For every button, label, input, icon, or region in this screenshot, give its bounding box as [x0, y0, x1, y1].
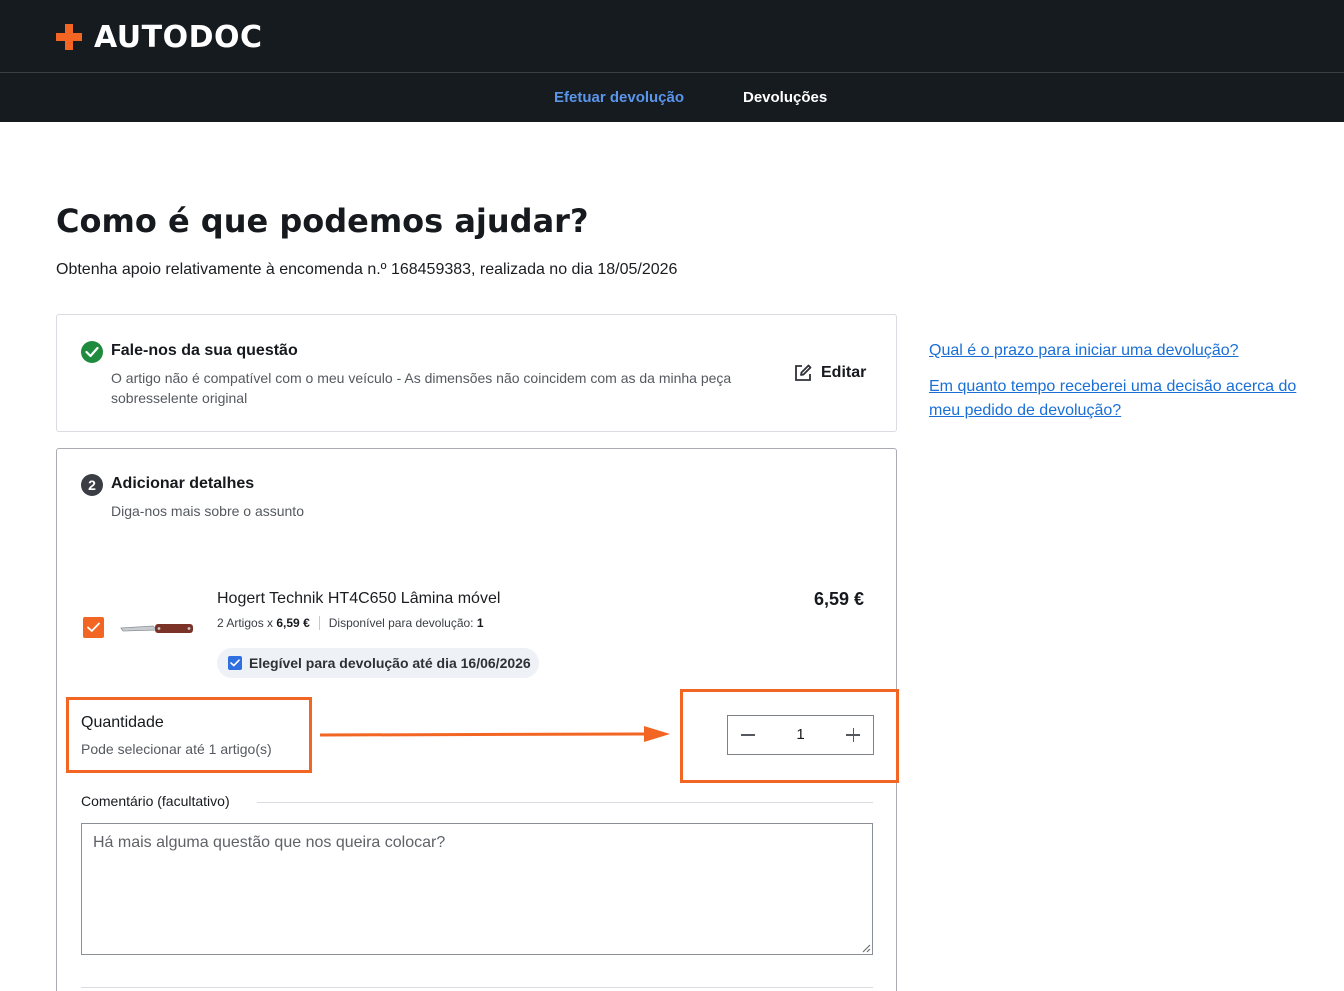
eligibility-text: Elegível para devolução até dia 16/06/20…	[249, 655, 531, 671]
autodoc-logo[interactable]: AUTODOC	[56, 19, 263, 55]
main-nav: Efetuar devolução Devoluções	[0, 73, 1344, 122]
step-issue-title: Fale-nos da sua questão	[111, 342, 298, 359]
edit-label: Editar	[821, 364, 867, 381]
nav-returns[interactable]: Devoluções	[743, 89, 827, 106]
edit-icon	[795, 364, 812, 381]
comment-textarea[interactable]	[81, 823, 873, 955]
annotation-arrow	[319, 726, 670, 742]
step-details-subtitle: Diga-nos mais sobre o assunto	[111, 503, 304, 519]
section-divider	[81, 987, 873, 988]
step-number-badge: 2	[81, 474, 103, 496]
resize-grip-icon[interactable]	[859, 941, 871, 953]
annotation-box-stepper	[680, 689, 899, 783]
meta-divider	[318, 616, 320, 630]
product-name: Hogert Technik HT4C650 Lâmina móvel	[217, 590, 501, 607]
product-meta: 2 Artigos x 6,59 € Disponível para devol…	[217, 616, 484, 630]
item-checkbox[interactable]	[83, 617, 104, 638]
comment-label: Comentário (facultativo)	[81, 793, 242, 809]
step-details-title: Adicionar detalhes	[111, 475, 255, 492]
check-circle-icon	[81, 341, 103, 363]
page-title: Como é que podemos ajudar?	[56, 202, 589, 240]
comment-divider	[257, 802, 873, 803]
available-value: 1	[476, 616, 484, 630]
product-image	[120, 624, 193, 633]
eligibility-badge: Elegível para devolução até dia 16/06/20…	[217, 648, 539, 678]
step-issue-summary: O artigo não é compatível com o meu veíc…	[111, 370, 732, 406]
checkmark-icon	[87, 622, 100, 632]
available-label: Disponível para devolução:	[328, 616, 474, 630]
edit-button[interactable]: Editar	[793, 363, 866, 383]
product-unit-price: 6,59 €	[276, 616, 310, 630]
annotation-box-quantity-label	[66, 697, 312, 773]
logo-text: AUTODOC	[94, 19, 263, 55]
calendar-check-icon	[228, 656, 242, 670]
faq-link-return-deadline[interactable]: Qual é o prazo para iniciar uma devoluçã…	[929, 339, 1329, 363]
product-quantity-text: 2 Artigos x	[217, 616, 274, 630]
product-price: 6,59 €	[814, 589, 865, 609]
logo-plus-icon	[56, 24, 82, 50]
top-header: AUTODOC	[0, 0, 1344, 73]
nav-make-return[interactable]: Efetuar devolução	[554, 89, 684, 106]
step-issue-card: Fale-nos da sua questão O artigo não é c…	[56, 314, 897, 432]
order-subtitle: Obtenha apoio relativamente à encomenda …	[56, 261, 678, 278]
faq-link-decision-time[interactable]: Em quanto tempo receberei uma decisão ac…	[929, 375, 1329, 423]
